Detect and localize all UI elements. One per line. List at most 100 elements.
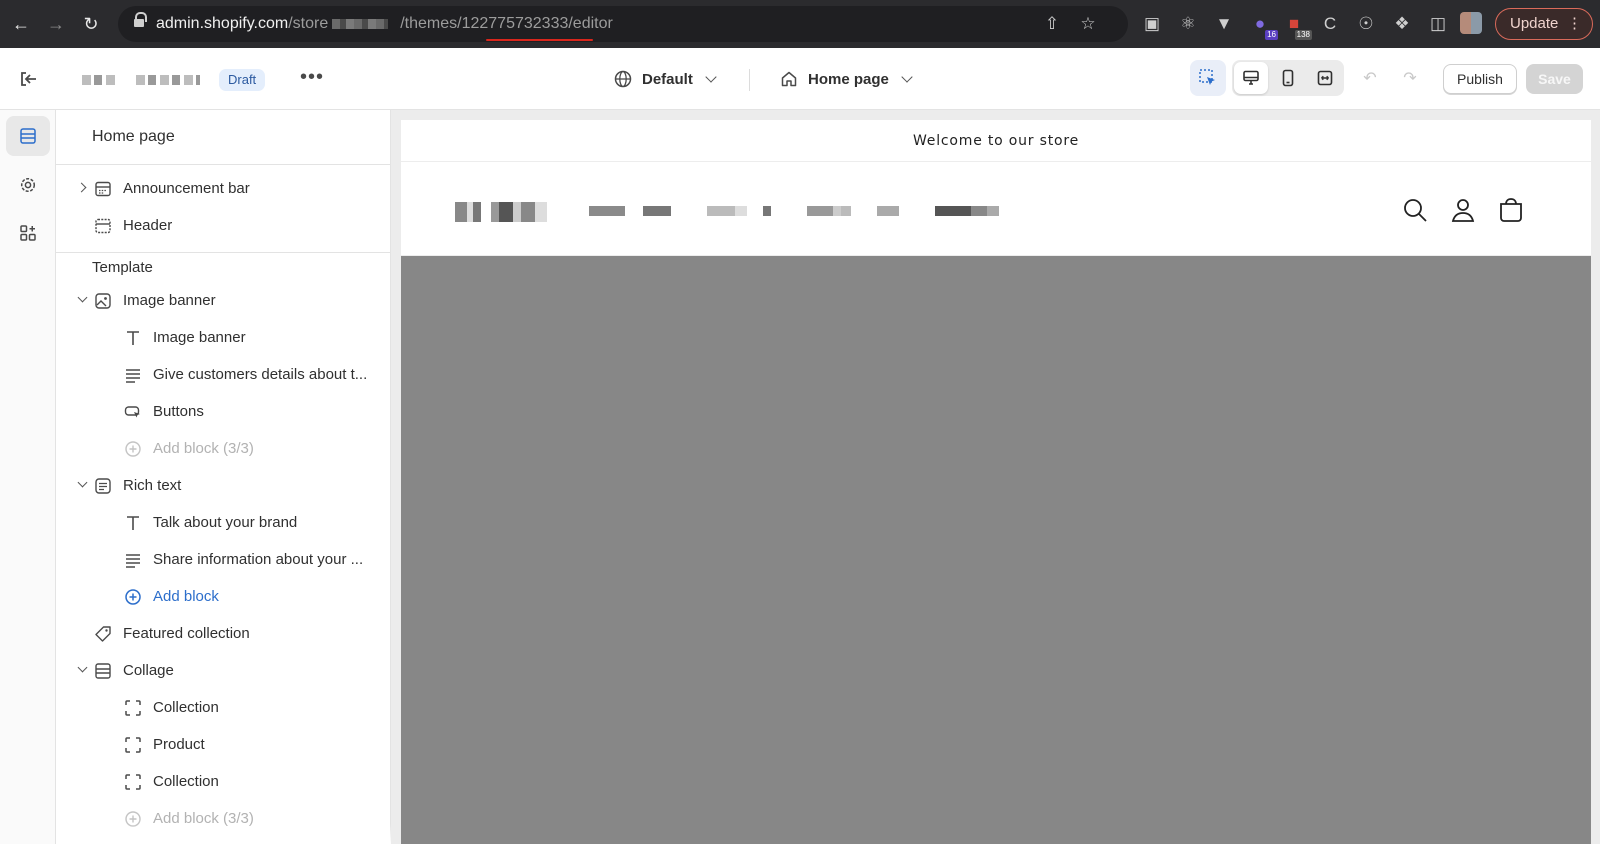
back-icon[interactable]: ← [9,12,33,36]
nav-menu-item[interactable] [707,206,771,216]
section-rich-text[interactable]: Rich text [56,467,390,504]
desktop-view-button[interactable] [1234,62,1268,94]
undo-icon[interactable]: ↶ [1361,70,1379,88]
chevron-right-icon[interactable] [78,183,88,193]
redacted-store-name [332,18,389,29]
save-button[interactable]: Save [1526,64,1583,94]
theme-settings-tab[interactable] [6,165,50,205]
theme-language-select[interactable]: Default [614,67,717,91]
sections-sidebar: Home page Announcement bar Header Templa… [56,110,391,844]
share-icon[interactable]: ⇧ [1040,12,1064,36]
section-collage[interactable]: Collage [56,652,390,689]
chevron-down-icon[interactable] [78,665,88,675]
add-circle-icon [125,589,141,605]
chevron-down-icon[interactable] [78,480,88,490]
section-label: Collage [123,662,174,679]
update-button[interactable]: Update ⋮ [1495,8,1593,40]
account-icon[interactable] [1449,196,1477,224]
redacted-store-name [82,75,118,85]
more-actions-icon[interactable]: ••• [300,66,324,89]
block-buttons[interactable]: Buttons [56,393,390,430]
side-panel-icon[interactable]: ◫ [1426,12,1450,36]
expand-width-icon [1317,70,1333,86]
publish-button[interactable]: Publish [1443,64,1517,94]
block-rich-text-heading[interactable]: Talk about your brand [56,504,390,541]
cart-icon[interactable] [1497,196,1525,224]
block-collage-collection[interactable]: Collection [56,689,390,726]
sections-tab[interactable] [6,116,50,156]
collage-icon [95,663,111,679]
add-block-button[interactable]: Add block [56,578,390,615]
editor-topbar: Draft ••• Default Home page ↶ ↷ Publish … [0,48,1600,110]
search-icon[interactable] [1401,196,1429,224]
block-collage-product[interactable]: Product [56,726,390,763]
vue-devtools-icon[interactable]: ▼ [1212,12,1236,36]
react-devtools-icon[interactable]: ⚛ [1176,12,1200,36]
apps-tab[interactable] [6,213,50,253]
block-label: Give customers details about t... [153,366,368,383]
page-select[interactable]: Home page [780,67,913,91]
nav-menu-item[interactable] [935,206,999,216]
redacted-store-logo [455,202,547,222]
section-icon [95,218,111,234]
announcement-bar-text[interactable]: Welcome to our store [401,120,1591,162]
section-label: Header [123,217,173,234]
section-announcement-bar[interactable]: Announcement bar [56,170,390,207]
chevron-down-icon[interactable] [78,295,88,305]
nav-menu-item[interactable] [589,206,671,216]
draft-badge: Draft [219,69,266,91]
sidebar-fade [56,824,391,844]
text-icon [126,369,140,383]
sidebar-title: Home page [92,128,175,145]
extension-icon-badge-16[interactable]: ● 16 [1248,12,1278,40]
heading-icon [127,331,139,345]
block-image-banner-text[interactable]: Give customers details about t... [56,356,390,393]
section-label: Featured collection [123,625,250,642]
bookmark-star-icon[interactable]: ☆ [1076,12,1100,36]
editor-left-rail [0,110,56,844]
section-header[interactable]: Header [56,207,390,244]
section-icon [95,181,111,197]
exit-icon[interactable] [16,67,40,91]
profile-avatar[interactable] [1460,12,1482,34]
image-banner-icon [95,293,111,309]
theme-label: Default [642,70,693,88]
add-block-label: Add block (3/3) [153,440,254,457]
add-circle-icon [125,441,141,457]
store-header[interactable] [401,162,1591,256]
block-image-banner-heading[interactable]: Image banner [56,319,390,356]
block-label: Image banner [153,329,246,346]
block-label: Buttons [153,403,204,420]
extension-icon-3[interactable]: C [1318,12,1342,36]
extension-icon-4[interactable]: ☉ [1354,12,1378,36]
block-collage-collection-2[interactable]: Collection [56,763,390,800]
buttons-icon [124,406,140,418]
image-banner-placeholder[interactable] [401,256,1591,844]
chevron-down-icon [705,71,717,83]
extension-icon-badge-138[interactable]: ■ 138 [1282,12,1312,40]
template-group-label: Template [92,259,153,276]
inspector-toggle-button[interactable] [1190,60,1226,96]
store-preview[interactable]: Welcome to our store [401,120,1591,844]
mobile-view-button[interactable] [1271,62,1305,94]
globe-icon [614,70,632,88]
nav-menu-item[interactable] [807,206,899,216]
divider [56,164,390,165]
chevron-down-icon [901,71,913,83]
select-cursor-icon [1199,69,1215,85]
forward-icon[interactable]: → [44,12,68,36]
section-image-banner[interactable]: Image banner [56,282,390,319]
section-featured-collection[interactable]: Featured collection [56,615,390,652]
tag-icon [95,626,111,642]
divider [56,252,390,253]
block-rich-text-body[interactable]: Share information about your ... [56,541,390,578]
block-label: Talk about your brand [153,514,298,531]
reload-icon[interactable]: ↻ [79,12,103,36]
extension-icon-1[interactable]: ▣ [1140,12,1164,36]
block-label: Product [153,736,205,753]
full-width-view-button[interactable] [1308,62,1342,94]
extensions-puzzle-icon[interactable]: ❖ [1390,12,1414,36]
gear-icon [20,177,36,193]
address-bar[interactable]: admin.shopify.com/store/themes/122775732… [118,6,1128,42]
redo-icon[interactable]: ↷ [1401,70,1419,88]
